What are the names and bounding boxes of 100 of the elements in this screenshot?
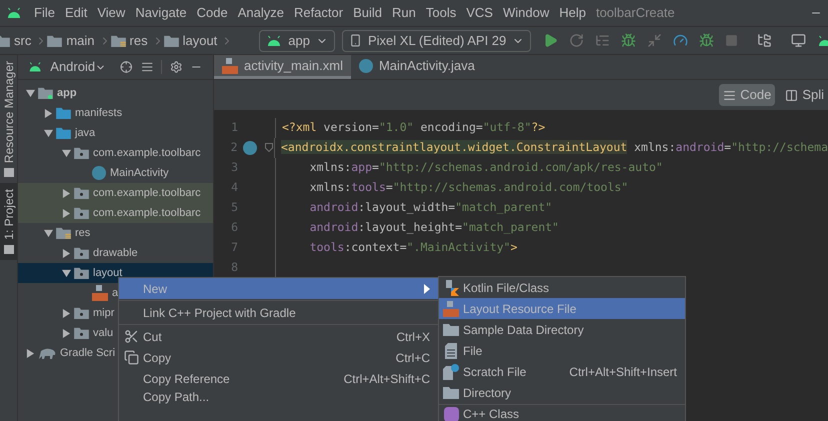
tree-row[interactable]: app (18, 83, 213, 103)
tree-row[interactable]: manifests (18, 103, 213, 123)
menu-item[interactable]: Scratch File Ctrl+Alt+Shift+Insert (439, 361, 685, 382)
editor-tab[interactable]: MainActivity.java (350, 55, 483, 79)
side-tab[interactable]: Resource Manager (0, 55, 17, 184)
line-number: 1 (230, 119, 238, 136)
tree-row[interactable]: com.example.toolbarc (18, 183, 213, 203)
settings-icon[interactable] (170, 60, 182, 74)
menu-item[interactable]: Cut Ctrl+X (119, 326, 438, 347)
tree-item-label: Gradle Scri (60, 346, 116, 361)
menu-bar-item[interactable]: Analyze (238, 3, 284, 23)
collapsed-arrow-icon[interactable] (62, 328, 70, 338)
menu-bar-item[interactable]: File (34, 3, 55, 23)
tree-item-label: layout (93, 266, 122, 281)
folder-icon (443, 386, 459, 399)
menu-item[interactable]: C++ Class (439, 406, 685, 421)
menu-bar-item[interactable]: Tools (426, 3, 456, 23)
expanded-arrow-icon[interactable] (44, 228, 52, 238)
run-config-dropdown[interactable]: app (259, 30, 335, 52)
menu-item[interactable]: Kotlin File/Class (439, 277, 685, 298)
collapsed-arrow-icon[interactable] (62, 308, 70, 318)
gauge-icon[interactable] (673, 33, 688, 48)
tree-row[interactable]: res (18, 223, 213, 243)
view-mode-toggle[interactable]: Code (719, 84, 776, 106)
lines-icon (723, 88, 736, 102)
collapsed-arrow-icon[interactable] (44, 108, 52, 118)
code-line: xmlns:tools="http://schemas.android.com/tools" (308, 179, 628, 196)
menu-bar-item[interactable]: Edit (64, 3, 88, 23)
menu-bar-item[interactable]: View (97, 3, 126, 23)
package-folder-icon (74, 147, 89, 159)
menu-bar-item[interactable]: Code (196, 3, 228, 23)
tree-row[interactable]: MainActivity (18, 163, 213, 183)
file-icon (445, 342, 457, 358)
collapsed-arrow-icon[interactable] (62, 188, 70, 198)
menu-bar-item[interactable]: Window (502, 3, 550, 23)
device-dropdown[interactable]: Pixel XL (Edited) API 29 (342, 30, 532, 52)
resource-folder-icon (56, 227, 71, 239)
window-title: toolbarCreate (596, 4, 675, 22)
submenu-arrow-icon (424, 284, 430, 294)
editor-tab[interactable]: activity_main.xml (214, 55, 351, 79)
code-line: xmlns:app="http://schemas.android.com/apk/res-auto" (308, 159, 663, 176)
project-structure-icon[interactable] (757, 33, 772, 48)
collapsed-arrow-icon[interactable] (26, 348, 34, 358)
tree-item-label: mipr (93, 306, 114, 321)
view-mode-toggle[interactable]: Spli (781, 84, 828, 106)
line-number: 3 (230, 159, 238, 176)
menu-item[interactable]: Link C++ Project with Gradle (119, 302, 438, 323)
fold-icon[interactable] (264, 143, 273, 152)
side-tab[interactable]: 1: Project (0, 183, 17, 260)
attach-debugger-icon[interactable] (699, 33, 714, 48)
breadcrumb[interactable]: layout (182, 30, 218, 50)
breadcrumb[interactable]: res (130, 30, 148, 50)
android-logo-icon (6, 7, 22, 19)
tree-row[interactable]: com.example.toolbarc (18, 143, 213, 163)
menu-item[interactable]: File (439, 340, 685, 361)
folder-icon (47, 34, 62, 46)
menu-bar-item[interactable]: VCS (466, 3, 493, 23)
expanded-arrow-icon[interactable] (26, 88, 34, 98)
tree-item-label: app (57, 86, 77, 101)
tree-item-label: com.example.toolbarc (93, 146, 201, 161)
collapse-icon[interactable] (140, 60, 154, 74)
menu-bar-item[interactable]: Refactor (294, 3, 344, 23)
breadcrumb[interactable]: src (14, 30, 32, 50)
line-number: 8 (230, 259, 238, 276)
tree-item-label: res (75, 226, 90, 241)
tree-row[interactable]: com.example.toolbarc (18, 203, 213, 223)
view-dropdown[interactable]: Android (50, 57, 106, 77)
menu-item[interactable]: Copy Path... (119, 389, 438, 410)
locate-icon[interactable] (120, 60, 133, 74)
tree-row[interactable]: drawable (18, 243, 213, 263)
expanded-arrow-icon[interactable] (62, 148, 70, 158)
menu-item[interactable]: Copy Reference Ctrl+Alt+Shift+C (119, 368, 438, 389)
tree-row[interactable]: java (18, 123, 213, 143)
menu-item[interactable]: Copy Ctrl+C (119, 347, 438, 368)
breadcrumb[interactable]: main (66, 30, 95, 50)
expanded-arrow-icon[interactable] (44, 128, 52, 138)
copy-icon (124, 350, 138, 365)
class-icon (358, 58, 373, 72)
menu-bar-item[interactable]: Navigate (135, 3, 187, 23)
tree-item-label: drawable (93, 246, 138, 261)
menu-bar-item[interactable]: Help (559, 3, 586, 23)
tree-item-label: MainActivity (110, 166, 169, 181)
debug-icon[interactable] (621, 33, 636, 48)
line-number: 4 (230, 179, 238, 196)
collapsed-arrow-icon[interactable] (62, 208, 70, 218)
menu-item[interactable]: Sample Data Directory (439, 319, 685, 340)
android-icon (28, 61, 42, 73)
code-line: tools:context=".MainActivity"> (308, 239, 518, 256)
menu-bar-item[interactable]: Run (392, 3, 416, 23)
menu-bar-item[interactable]: Build (353, 3, 382, 23)
folder-icon (164, 34, 179, 46)
menu-item[interactable]: Directory (439, 382, 685, 403)
expanded-arrow-icon[interactable] (62, 268, 70, 278)
package-folder-icon (74, 307, 89, 319)
collapsed-arrow-icon[interactable] (62, 248, 70, 258)
run-icon[interactable] (543, 33, 558, 48)
tree-item-label: manifests (75, 106, 122, 121)
monitor-icon[interactable] (791, 33, 806, 48)
tree-item-label: java (75, 126, 96, 141)
class-icon (92, 166, 106, 180)
